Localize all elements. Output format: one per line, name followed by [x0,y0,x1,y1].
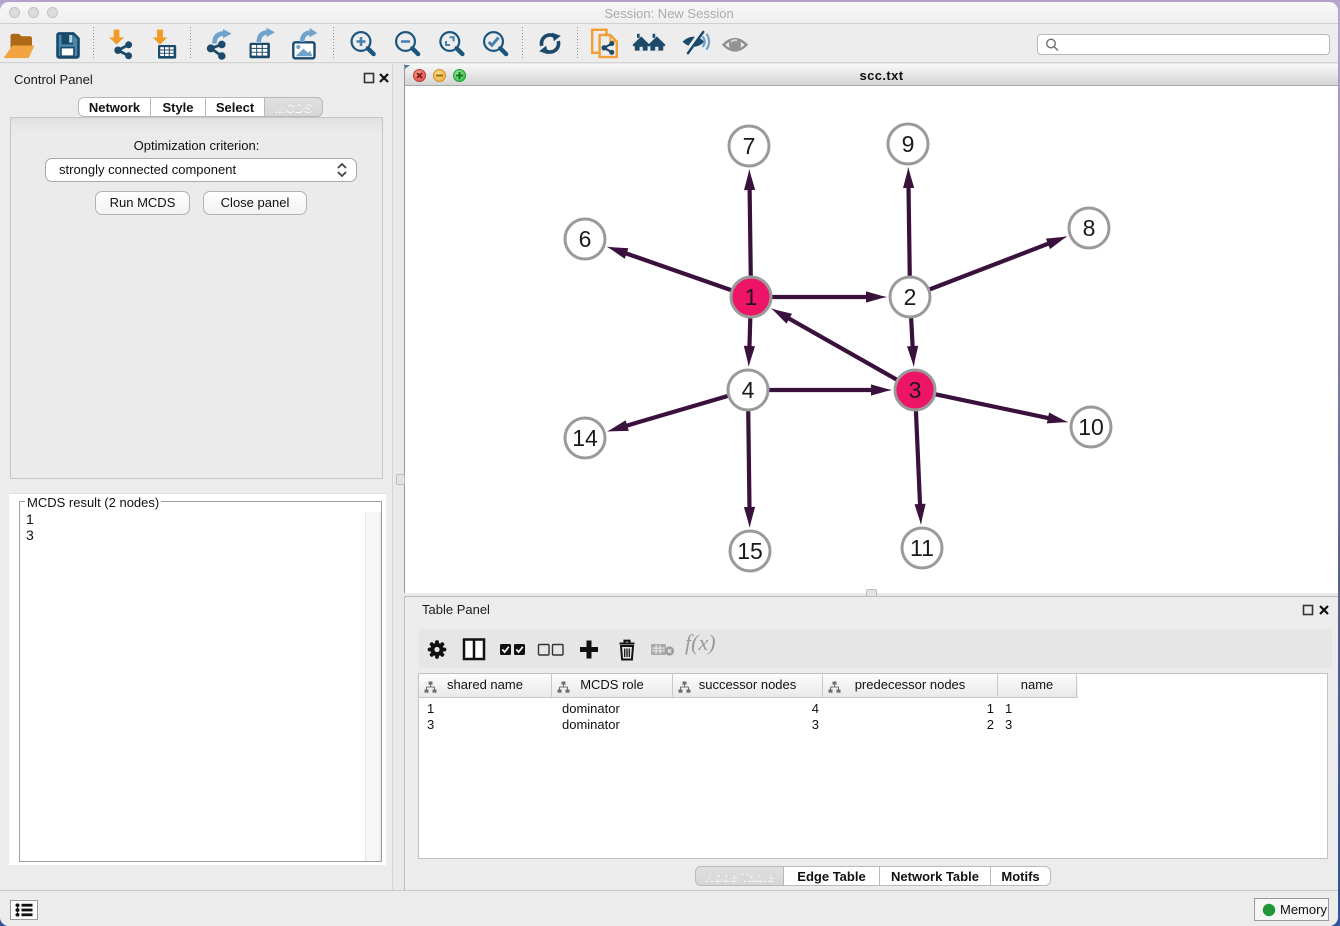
svg-text:7: 7 [743,133,756,159]
svg-text:9: 9 [902,131,915,157]
svg-text:10: 10 [1078,414,1104,440]
svg-text:3: 3 [909,377,922,403]
svg-text:6: 6 [579,226,592,252]
svg-text:4: 4 [742,377,755,403]
svg-text:11: 11 [910,535,934,561]
svg-text:2: 2 [904,284,917,310]
svg-text:8: 8 [1083,215,1096,241]
svg-text:1: 1 [745,284,758,310]
svg-text:15: 15 [737,538,763,564]
svg-text:14: 14 [572,425,598,451]
